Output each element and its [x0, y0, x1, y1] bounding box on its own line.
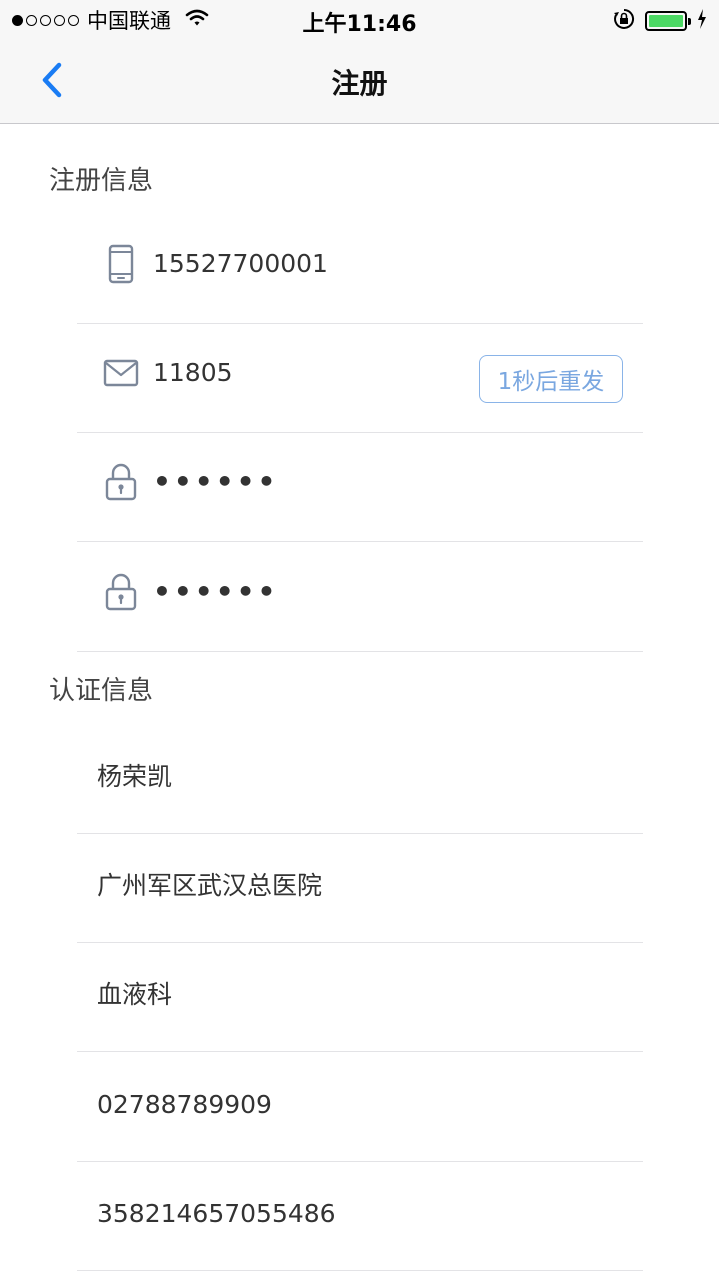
verification-code-value: 11805	[153, 358, 233, 387]
hospital-value: 广州军区武汉总医院	[97, 871, 323, 900]
status-time: 上午11:46	[302, 12, 417, 37]
id-number-field[interactable]: 358214657055486	[77, 1162, 643, 1271]
phone-icon	[103, 242, 139, 286]
resend-code-button[interactable]: 1秒后重发	[479, 355, 623, 403]
status-bar: 中国联通 上午11:46	[0, 0, 719, 40]
password-field[interactable]: ••••••	[77, 433, 643, 542]
id-number-value: 358214657055486	[97, 1199, 336, 1228]
mail-icon	[103, 351, 139, 395]
department-field[interactable]: 血液科	[77, 943, 643, 1052]
charging-bolt-icon	[697, 9, 707, 33]
verification-code-field[interactable]: 11805 1秒后重发	[77, 324, 643, 433]
lock-icon	[103, 570, 139, 614]
office-phone-field[interactable]: 02788789909	[77, 1053, 643, 1162]
section-title-registration: 注册信息	[49, 166, 154, 196]
name-field[interactable]: 杨荣凯	[77, 725, 643, 834]
office-phone-value: 02788789909	[97, 1090, 272, 1119]
password-value: ••••••	[153, 465, 279, 498]
hospital-field[interactable]: 广州军区武汉总医院	[77, 834, 643, 943]
navigation-bar: 注册	[0, 40, 719, 124]
page-title: 注册	[331, 67, 388, 100]
confirm-password-value: ••••••	[153, 575, 279, 608]
battery-level	[649, 15, 683, 27]
confirm-password-field[interactable]: ••••••	[77, 543, 643, 652]
lock-icon	[103, 460, 139, 504]
department-value: 血液科	[97, 980, 173, 1009]
phone-value: 15527700001	[153, 249, 328, 278]
rotation-lock-icon	[613, 8, 635, 34]
status-right	[613, 8, 707, 34]
name-value: 杨荣凯	[97, 762, 173, 791]
section-title-certification: 认证信息	[49, 676, 154, 706]
phone-field[interactable]: 15527700001	[77, 215, 643, 324]
battery-icon	[645, 11, 691, 31]
battery-cap	[688, 18, 691, 25]
